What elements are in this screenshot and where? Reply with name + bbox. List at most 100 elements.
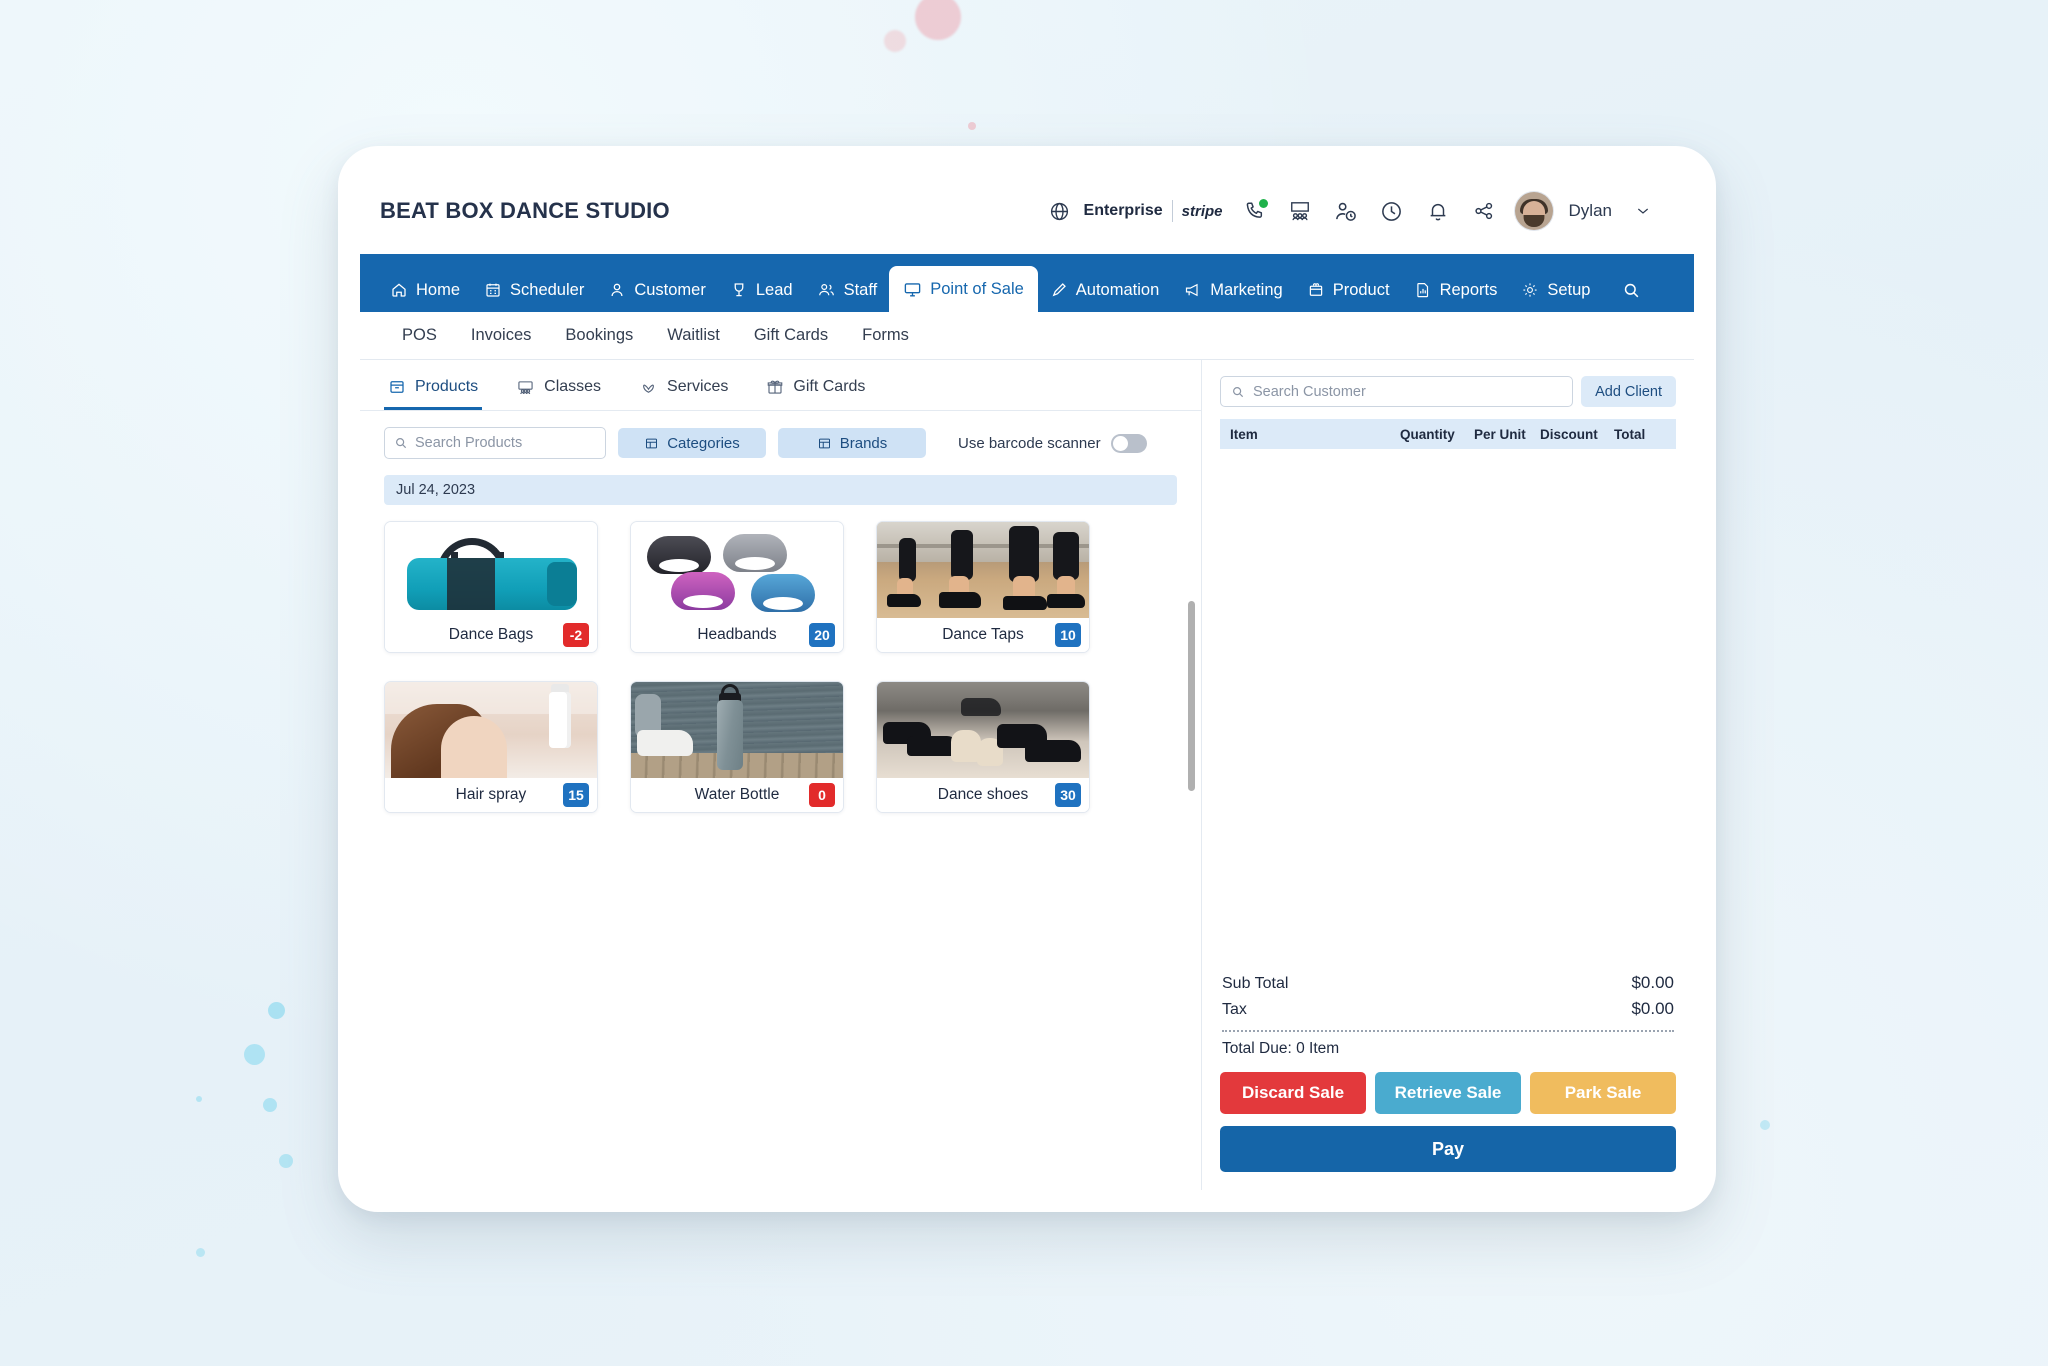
product-image-dance-shoes <box>877 682 1089 778</box>
tab-classes[interactable]: Classes <box>512 370 605 410</box>
date-bar: Jul 24, 2023 <box>384 475 1177 505</box>
subnav-item-waitlist[interactable]: Waitlist <box>667 326 720 345</box>
nav-item-home[interactable]: Home <box>378 268 472 312</box>
bell-icon[interactable] <box>1423 196 1453 226</box>
column-per-unit: Per Unit <box>1474 426 1526 442</box>
subnav-item-forms[interactable]: Forms <box>862 326 909 345</box>
tab-label: Services <box>667 378 729 395</box>
customer-row: Search Customer Add Client <box>1220 376 1676 407</box>
nav-item-automation[interactable]: Automation <box>1038 268 1171 312</box>
person-clock-icon[interactable] <box>1331 196 1361 226</box>
nav-label: Staff <box>843 280 878 299</box>
tax-row: Tax $0.00 <box>1220 996 1676 1022</box>
device-frame: BEAT BOX DANCE STUDIO Enterprise stripe <box>338 146 1716 1212</box>
column-quantity: Quantity <box>1400 426 1455 442</box>
nav-label: Marketing <box>1210 280 1283 299</box>
nav-label: Product <box>1332 280 1390 299</box>
search-customer-input[interactable]: Search Customer <box>1220 376 1574 407</box>
sub-navigation: POS Invoices Bookings Waitlist Gift Card… <box>360 312 1694 360</box>
catalog-tabs: Products Classes Services Gift Cards <box>360 360 1201 411</box>
column-total: Total <box>1614 426 1646 442</box>
brands-button[interactable]: Brands <box>778 428 926 458</box>
nav-item-lead[interactable]: Lead <box>718 268 805 312</box>
decorative-dot <box>196 1096 202 1102</box>
column-discount: Discount <box>1540 426 1598 442</box>
subnav-item-pos[interactable]: POS <box>402 326 437 345</box>
barcode-scanner-toggle[interactable] <box>1110 433 1147 453</box>
product-card[interactable]: Water Bottle 0 <box>630 681 844 813</box>
tab-products[interactable]: Products <box>384 370 483 410</box>
tax-label: Tax <box>1222 1001 1247 1018</box>
subnav-item-bookings[interactable]: Bookings <box>565 326 633 345</box>
meeting-icon[interactable] <box>1285 196 1315 226</box>
clock-icon[interactable] <box>1377 196 1407 226</box>
decorative-dot <box>268 1002 285 1019</box>
subnav-item-invoices[interactable]: Invoices <box>471 326 532 345</box>
subnav-item-gift-cards[interactable]: Gift Cards <box>754 326 828 345</box>
stripe-label: stripe <box>1181 202 1223 220</box>
nav-label: Setup <box>1547 280 1591 299</box>
tab-label: Gift Cards <box>793 378 866 395</box>
user-name[interactable]: Dylan <box>1569 201 1612 221</box>
nav-item-scheduler[interactable]: Scheduler <box>472 268 596 312</box>
cart-table-header: Item Quantity Per Unit Discount Total <box>1220 419 1676 449</box>
product-quantity-badge: 20 <box>809 623 835 647</box>
brand-title: BEAT BOX DANCE STUDIO <box>380 198 670 223</box>
product-card[interactable]: Dance Bags -2 <box>384 521 598 653</box>
app-screen: BEAT BOX DANCE STUDIO Enterprise stripe <box>360 168 1694 1190</box>
sub-total-row: Sub Total $0.00 <box>1220 970 1676 996</box>
tab-gift-cards[interactable]: Gift Cards <box>762 370 869 410</box>
nav-item-marketing[interactable]: Marketing <box>1171 268 1294 312</box>
nav-item-staff[interactable]: Staff <box>805 268 890 312</box>
tax-value: $0.00 <box>1631 999 1674 1018</box>
nav-item-point-of-sale[interactable]: Point of Sale <box>889 266 1038 312</box>
nav-label: Scheduler <box>510 280 585 299</box>
product-card[interactable]: Hair spray 15 <box>384 681 598 813</box>
tab-label: Classes <box>544 378 602 395</box>
share-icon[interactable] <box>1469 196 1499 226</box>
categories-button[interactable]: Categories <box>618 428 766 458</box>
product-name: Dance shoes <box>937 786 1029 803</box>
nav-item-product[interactable]: Product <box>1295 268 1402 312</box>
product-card[interactable]: Dance Taps 10 <box>876 521 1090 653</box>
add-client-button[interactable]: Add Client <box>1581 376 1676 407</box>
nav-item-customer[interactable]: Customer <box>596 268 718 312</box>
product-name: Water Bottle <box>694 786 780 803</box>
search-products-placeholder: Search Products <box>415 435 523 451</box>
avatar[interactable] <box>1514 192 1553 230</box>
divider <box>1171 200 1173 222</box>
product-grid-scrollbar[interactable] <box>1188 601 1195 791</box>
decorative-dot <box>196 1248 205 1257</box>
nav-label: Customer <box>634 280 706 299</box>
chevron-down-icon[interactable] <box>1628 196 1658 226</box>
nav-item-reports[interactable]: Reports <box>1402 268 1510 312</box>
product-card[interactable]: Dance shoes 30 <box>876 681 1090 813</box>
column-item: Item <box>1230 426 1258 442</box>
content-area: Products Classes Services Gift Cards Sea… <box>360 360 1694 1190</box>
sub-total-value: $0.00 <box>1631 973 1674 992</box>
sale-actions: Discard Sale Retrieve Sale Park Sale <box>1220 1072 1676 1114</box>
park-sale-button[interactable]: Park Sale <box>1530 1072 1676 1114</box>
nav-label: Home <box>416 280 461 299</box>
plan-chip[interactable]: Enterprise stripe <box>1045 196 1223 226</box>
product-quantity-badge: 10 <box>1055 623 1081 647</box>
app-header: BEAT BOX DANCE STUDIO Enterprise stripe <box>360 168 1694 254</box>
decorative-dot <box>884 30 906 52</box>
search-products-input[interactable]: Search Products <box>384 427 606 459</box>
product-card[interactable]: Headbands 20 <box>630 521 844 653</box>
tab-services[interactable]: Services <box>635 370 732 410</box>
nav-item-setup[interactable]: Setup <box>1509 268 1602 312</box>
nav-label: Automation <box>1075 280 1160 299</box>
product-image-dance-bags <box>385 522 597 618</box>
retrieve-sale-button[interactable]: Retrieve Sale <box>1375 1072 1521 1114</box>
total-due-label: Total Due: 0 Item <box>1222 1040 1340 1057</box>
discard-sale-button[interactable]: Discard Sale <box>1220 1072 1366 1114</box>
nav-label: Point of Sale <box>930 279 1024 298</box>
product-name: Headbands <box>697 626 777 643</box>
product-quantity-badge: 15 <box>563 783 589 807</box>
phone-icon[interactable] <box>1239 196 1269 226</box>
pay-button[interactable]: Pay <box>1220 1126 1676 1172</box>
product-image-dance-taps <box>877 522 1089 618</box>
main-navigation: Home Scheduler Customer Lead Staff Point… <box>360 254 1694 312</box>
nav-search-button[interactable] <box>1610 268 1653 312</box>
